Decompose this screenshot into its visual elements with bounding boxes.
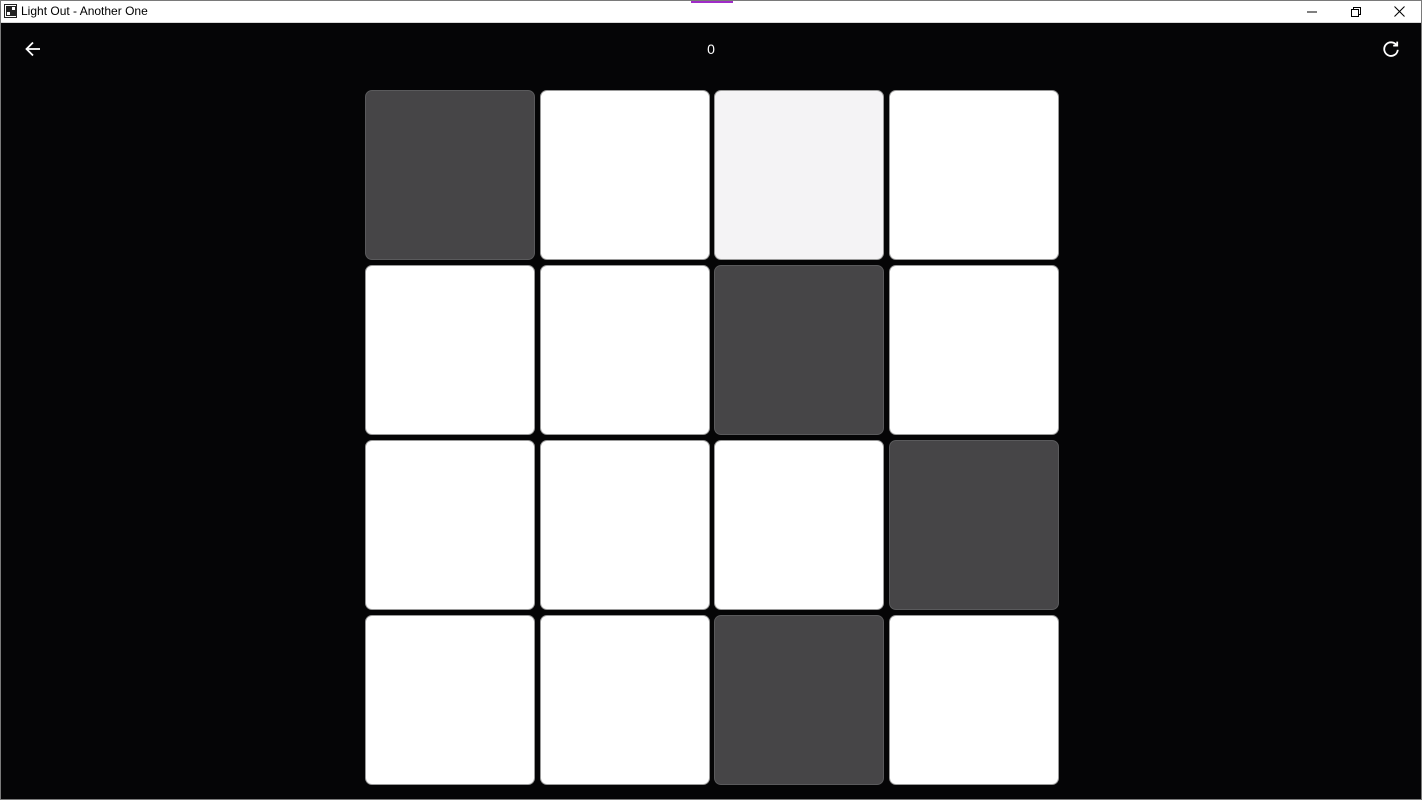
light-cell-r2-c3[interactable]: [714, 265, 884, 435]
move-counter: 0: [707, 41, 715, 57]
light-cell-r2-c2[interactable]: [539, 265, 710, 435]
app-icon: [4, 4, 17, 18]
back-button[interactable]: [21, 38, 45, 60]
light-cell-r4-c2[interactable]: [539, 615, 710, 785]
window-title: Light Out - Another One: [21, 4, 148, 18]
light-cell-r1-c3[interactable]: [714, 90, 884, 260]
close-button[interactable]: [1377, 1, 1421, 22]
light-grid: [365, 90, 1061, 788]
light-cell-r4-c4[interactable]: [888, 615, 1059, 785]
close-icon: [1393, 6, 1405, 17]
light-cell-r1-c2[interactable]: [539, 90, 710, 260]
light-cell-r1-c1[interactable]: [365, 90, 535, 260]
accent-strip: [691, 1, 733, 3]
light-cell-r3-c1[interactable]: [365, 440, 535, 610]
light-cell-r3-c2[interactable]: [539, 440, 710, 610]
light-cell-r2-c4[interactable]: [888, 265, 1059, 435]
light-cell-r4-c3[interactable]: [714, 615, 884, 785]
light-cell-r3-c3[interactable]: [714, 440, 884, 610]
light-cell-r4-c1[interactable]: [365, 615, 535, 785]
restore-icon: [1351, 6, 1361, 17]
title-bar[interactable]: Light Out - Another One: [1, 1, 1421, 23]
arrow-left-icon: [25, 41, 40, 57]
light-cell-r3-c4[interactable]: [888, 440, 1059, 610]
light-cell-r2-c1[interactable]: [365, 265, 535, 435]
refresh-icon: [1383, 41, 1399, 57]
minimize-icon: [1307, 11, 1317, 12]
minimize-button[interactable]: [1290, 1, 1334, 22]
restore-button[interactable]: [1334, 1, 1378, 22]
light-cell-r1-c4[interactable]: [888, 90, 1059, 260]
app-window: Light Out - Another One 0: [0, 0, 1422, 800]
refresh-button[interactable]: [1379, 37, 1403, 61]
